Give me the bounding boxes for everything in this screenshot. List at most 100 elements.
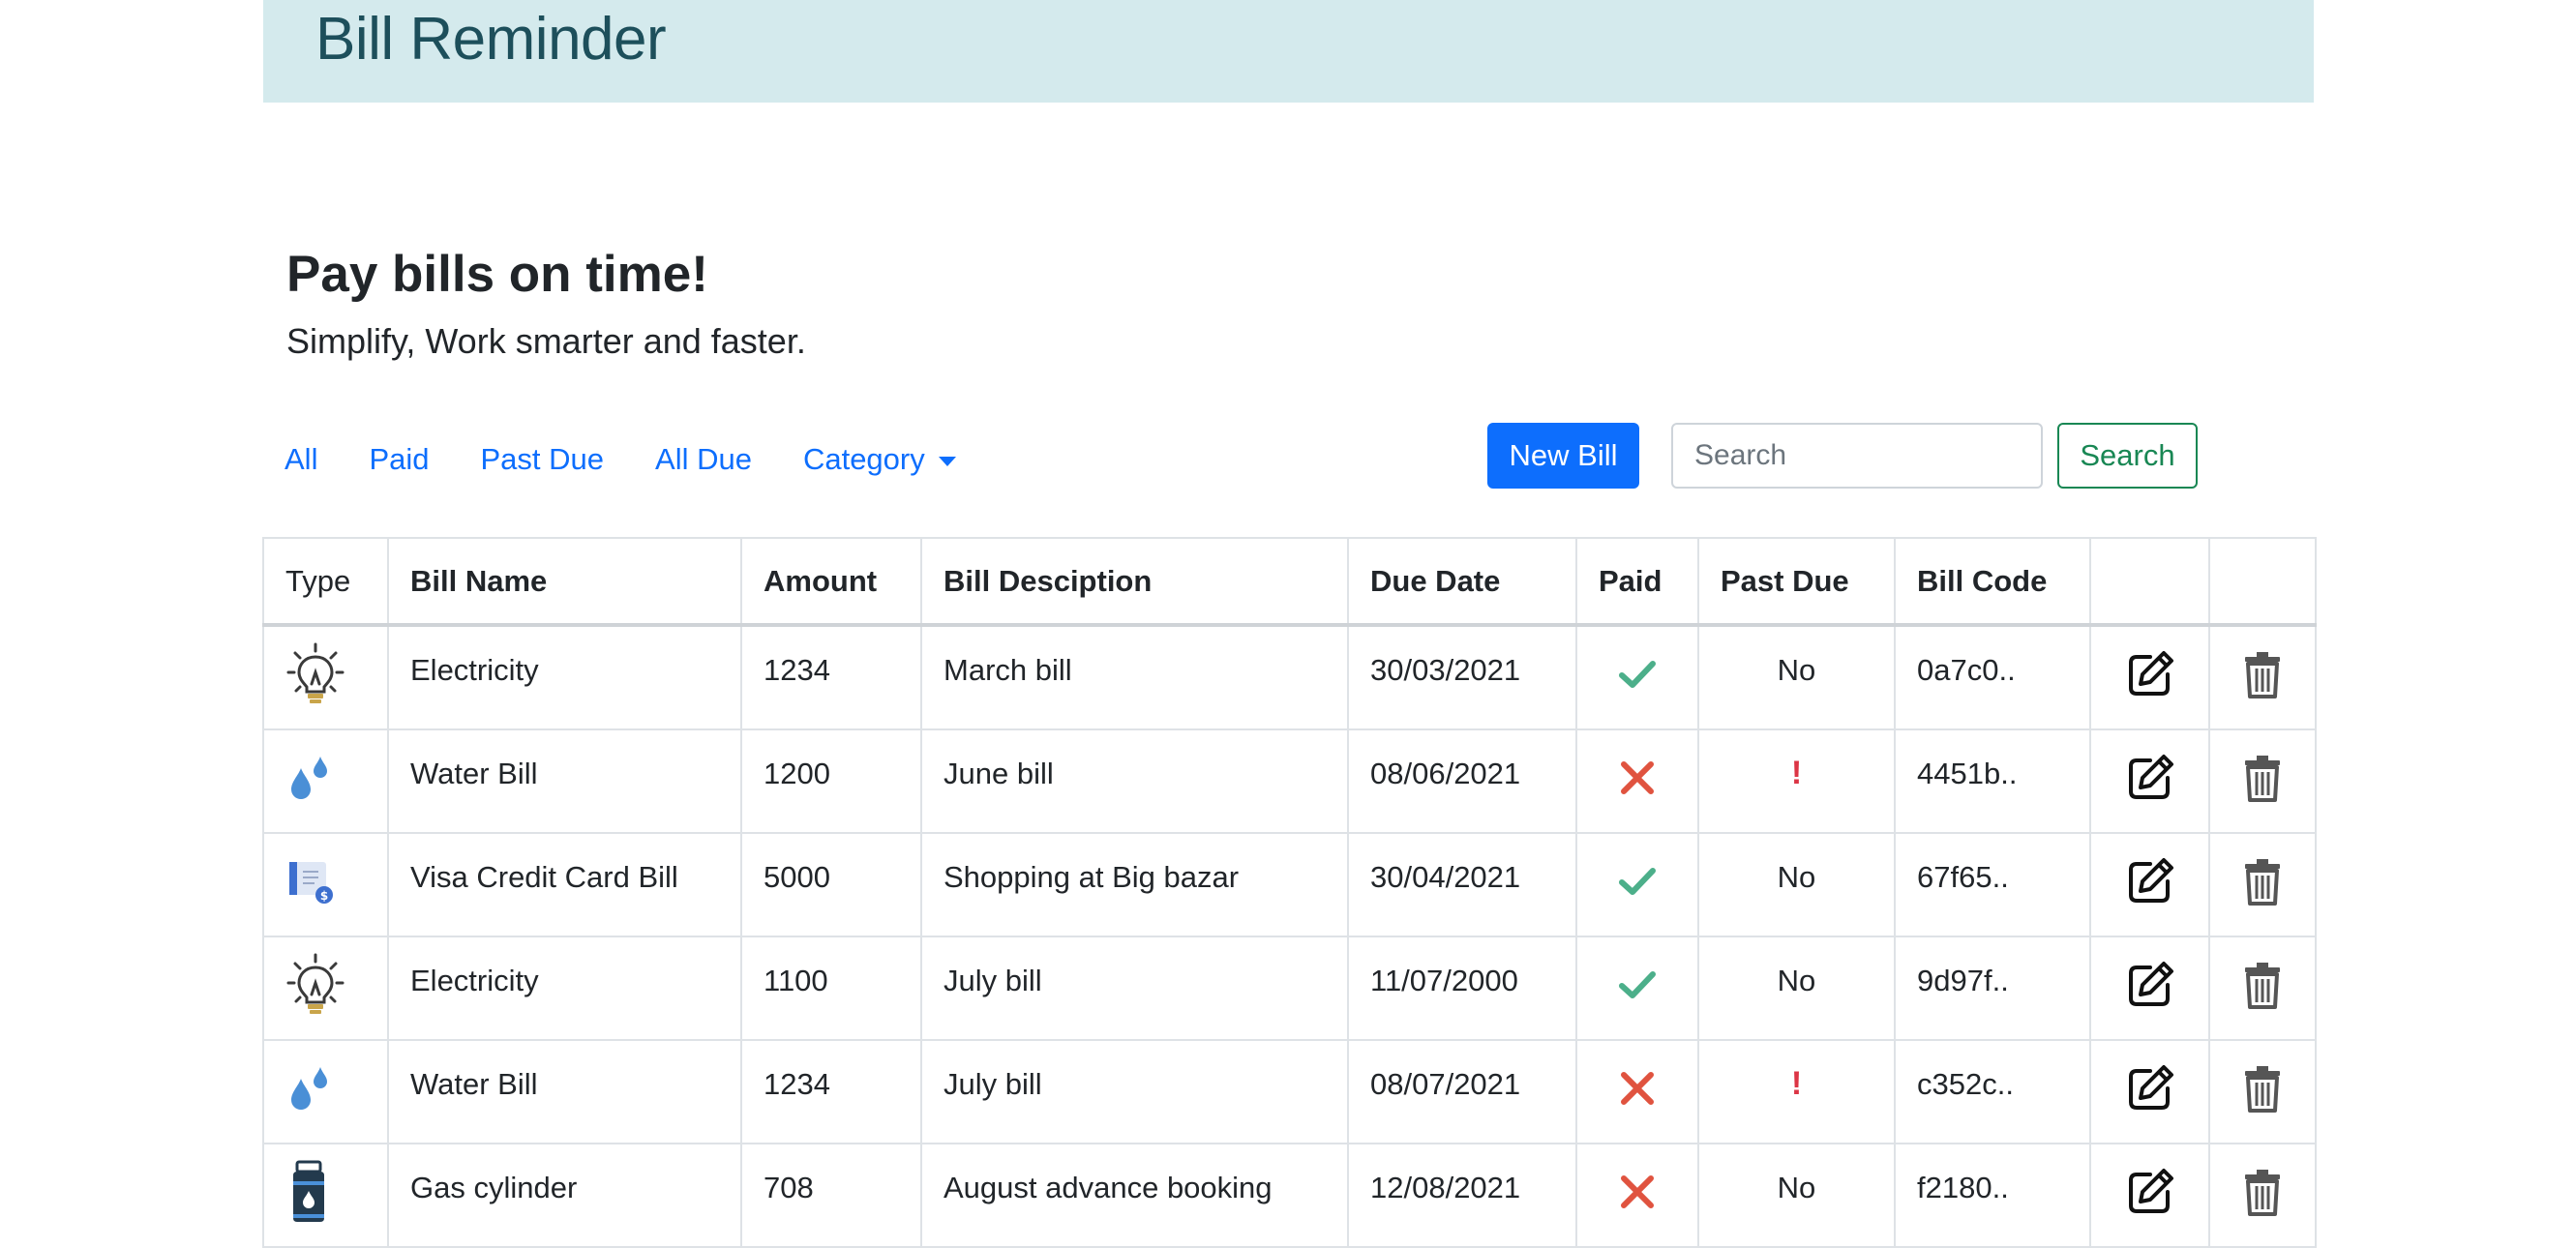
header-description: Bill Desciption xyxy=(920,537,1349,627)
past-due-cell: No xyxy=(1697,624,1896,730)
description-cell: March bill xyxy=(920,624,1349,730)
search-button[interactable]: Search xyxy=(2057,423,2198,489)
edit-icon[interactable] xyxy=(2125,1167,2175,1225)
amount: 708 xyxy=(764,1170,814,1204)
header-delete xyxy=(2208,537,2317,627)
trash-icon[interactable] xyxy=(2243,1064,2282,1120)
header-edit xyxy=(2089,537,2210,627)
cross-icon xyxy=(1618,758,1657,805)
nav-all-due[interactable]: All Due xyxy=(655,442,752,477)
trash-icon[interactable] xyxy=(2243,650,2282,706)
description-cell: July bill xyxy=(920,936,1349,1041)
type-cell xyxy=(262,1143,389,1248)
past-due-value: No xyxy=(1777,652,1816,687)
amount-cell: 5000 xyxy=(740,832,922,937)
cross-icon xyxy=(1618,1173,1657,1219)
bill-name: Electricity xyxy=(410,652,539,687)
past-due-cell: No xyxy=(1697,936,1896,1041)
past-due-alert-icon: ! xyxy=(1790,1065,1803,1102)
header-type: Type xyxy=(262,537,389,627)
type-cell: $ xyxy=(262,832,389,937)
header-past-due: Past Due xyxy=(1697,537,1896,627)
table-row: Water Bill 1234 July bill 08/07/2021! c352c.… xyxy=(262,1039,2317,1144)
amount-cell: 708 xyxy=(740,1143,922,1248)
edit-icon[interactable] xyxy=(2125,856,2175,914)
header-bill-code: Bill Code xyxy=(1894,537,2091,627)
due-date: 12/08/2021 xyxy=(1370,1170,1521,1204)
table-body: Electricity 1234 March bill 30/03/2021 No 0a7… xyxy=(262,624,2317,1248)
bill-description: June bill xyxy=(944,756,1054,790)
past-due-cell: No xyxy=(1697,832,1896,937)
water-drops-icon xyxy=(285,1061,334,1123)
bill-code: 9d97f.. xyxy=(1917,963,2009,997)
new-bill-button[interactable]: New Bill xyxy=(1487,423,1639,489)
nav-category-dropdown[interactable]: Category xyxy=(803,442,956,477)
edit-icon[interactable] xyxy=(2125,1063,2175,1121)
past-due-value: No xyxy=(1777,1170,1816,1204)
paid-cell xyxy=(1575,624,1699,730)
due-date: 30/03/2021 xyxy=(1370,652,1521,687)
filter-nav: All Paid Past Due All Due Category xyxy=(285,435,1007,484)
lightbulb-icon xyxy=(285,953,345,1025)
header-due-date: Due Date xyxy=(1347,537,1577,627)
delete-cell xyxy=(2208,1039,2317,1144)
trash-icon[interactable] xyxy=(2243,1168,2282,1224)
nav-paid[interactable]: Paid xyxy=(369,442,429,477)
paid-cell xyxy=(1575,936,1699,1041)
bill-code-cell: 4451b.. xyxy=(1894,728,2091,834)
bill-code: c352c.. xyxy=(1917,1066,2014,1101)
bill-description: July bill xyxy=(944,1066,1042,1101)
hero-title: Pay bills on time! xyxy=(286,246,708,303)
amount-cell: 1200 xyxy=(740,728,922,834)
type-cell xyxy=(262,1039,389,1144)
type-cell xyxy=(262,728,389,834)
water-drops-icon xyxy=(285,751,334,813)
due-date-cell: 30/03/2021 xyxy=(1347,624,1577,730)
bill-description: March bill xyxy=(944,652,1072,687)
bill-name: Water Bill xyxy=(410,756,538,790)
gas-cylinder-icon xyxy=(285,1160,332,1232)
edit-cell xyxy=(2089,936,2210,1041)
type-cell xyxy=(262,624,389,730)
trash-icon[interactable] xyxy=(2243,754,2282,810)
due-date-cell: 08/07/2021 xyxy=(1347,1039,1577,1144)
table-row: Electricity 1100 July bill 11/07/2000 No 9d97… xyxy=(262,936,2317,1041)
bill-code: 0a7c0.. xyxy=(1917,652,2016,687)
bill-name: Gas cylinder xyxy=(410,1170,578,1204)
description-cell: July bill xyxy=(920,1039,1349,1144)
bill-name-cell: Electricity xyxy=(387,624,742,730)
header-band: Bill Reminder xyxy=(263,0,2314,103)
header-amount: Amount xyxy=(740,537,922,627)
amount: 1100 xyxy=(764,963,828,997)
bill-name: Visa Credit Card Bill xyxy=(410,859,678,894)
nav-category-label: Category xyxy=(802,442,925,476)
app-title: Bill Reminder xyxy=(315,6,667,73)
bill-code: f2180.. xyxy=(1917,1170,2009,1204)
edit-cell xyxy=(2089,1143,2210,1248)
trash-icon[interactable] xyxy=(2243,857,2282,913)
bills-table-wrapper: Type Bill Name Amount Bill Desciption Du… xyxy=(262,537,2317,1248)
bill-name-cell: Water Bill xyxy=(387,728,742,834)
amount-cell: 1234 xyxy=(740,1039,922,1144)
checkmark-icon xyxy=(1618,865,1657,906)
table-row: $ Visa Credit Card Bill 5000 Shopping at Bi… xyxy=(262,832,2317,937)
nav-all[interactable]: All xyxy=(285,442,317,477)
trash-icon[interactable] xyxy=(2243,961,2282,1017)
due-date-cell: 11/07/2000 xyxy=(1347,936,1577,1041)
past-due-alert-icon: ! xyxy=(1790,755,1803,791)
amount: 5000 xyxy=(764,859,830,894)
lightbulb-icon xyxy=(285,642,345,714)
edit-icon[interactable] xyxy=(2125,753,2175,811)
bill-code-cell: f2180.. xyxy=(1894,1143,2091,1248)
edit-icon[interactable] xyxy=(2125,649,2175,707)
search-input[interactable] xyxy=(1671,423,2043,489)
nav-past-due[interactable]: Past Due xyxy=(481,442,605,477)
bill-code-cell: c352c.. xyxy=(1894,1039,2091,1144)
due-date: 11/07/2000 xyxy=(1370,963,1518,997)
past-due-cell: ! xyxy=(1697,1039,1896,1144)
edit-icon[interactable] xyxy=(2125,960,2175,1018)
hero-subtitle: Simplify, Work smarter and faster. xyxy=(286,321,806,361)
due-date-cell: 08/06/2021 xyxy=(1347,728,1577,834)
bills-table: Type Bill Name Amount Bill Desciption Du… xyxy=(262,537,2317,1248)
bill-code-cell: 67f65.. xyxy=(1894,832,2091,937)
